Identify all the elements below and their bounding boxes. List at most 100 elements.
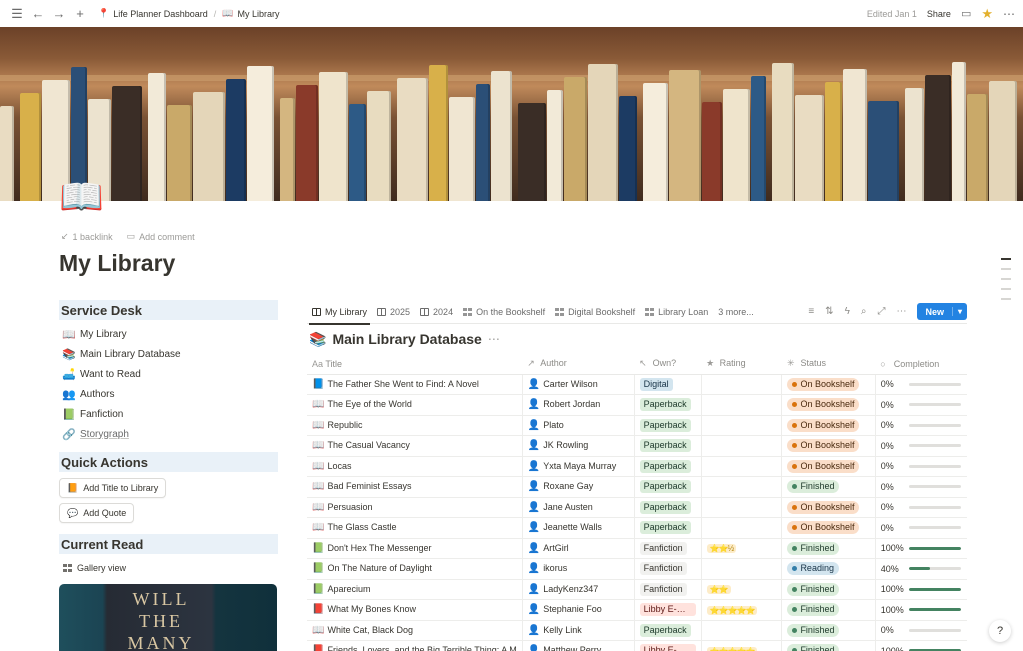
title-cell[interactable]: 📕 Friends, Lovers, and the Big Terrible T… xyxy=(307,640,523,651)
search-icon[interactable]: ⌕ xyxy=(861,306,867,317)
author-cell[interactable]: 👤 ArtGirl xyxy=(522,538,635,559)
breadcrumb-my-library[interactable]: 📖 My Library xyxy=(222,8,279,19)
rating-cell[interactable] xyxy=(701,435,783,457)
own-cell[interactable]: Digital xyxy=(634,374,702,395)
more-options-icon[interactable]: ⋯ xyxy=(1003,7,1015,21)
column-header-title[interactable]: Aa Title xyxy=(307,354,523,375)
author-cell[interactable]: 👤 Stephanie Foo xyxy=(522,599,635,621)
more-options-icon[interactable]: ⋯ xyxy=(896,306,906,317)
page-title[interactable]: My Library xyxy=(59,250,175,277)
database-title[interactable]: Main Library Database xyxy=(332,331,481,347)
author-cell[interactable]: 👤 Kelly Link xyxy=(522,620,635,641)
back-arrow-icon[interactable]: ← xyxy=(29,5,47,23)
table-row[interactable]: 📖 The Casual Vacancy 👤 JK Rowling Paperback O… xyxy=(307,435,967,457)
status-cell[interactable]: Finished xyxy=(781,640,876,651)
own-cell[interactable]: Paperback xyxy=(634,517,702,539)
title-cell[interactable]: 📘 The Father She Went to Find: A Novel xyxy=(307,374,523,395)
own-cell[interactable]: Fanfiction xyxy=(634,538,702,559)
rating-cell[interactable] xyxy=(701,476,783,498)
tab-on-the-bookshelf[interactable]: On the Bookshelf xyxy=(458,300,550,324)
rating-cell[interactable]: ⭐⭐⭐⭐⭐ xyxy=(701,599,783,621)
add-comment-button[interactable]: ▭ Add comment xyxy=(127,231,195,242)
author-cell[interactable]: 👤 Plato xyxy=(522,415,635,436)
title-cell[interactable]: 📖 Republic xyxy=(307,415,523,436)
nav-item-my-library[interactable]: 📖 My Library xyxy=(59,324,278,344)
title-cell[interactable]: 📖 The Casual Vacancy xyxy=(307,435,523,457)
title-cell[interactable]: 📖 Persuasion xyxy=(307,497,523,518)
breadcrumb-life-planner[interactable]: 📍 Life Planner Dashboard xyxy=(98,8,208,19)
rating-cell[interactable]: ⭐⭐½ xyxy=(701,538,783,559)
column-header-rating[interactable]: ★ Rating xyxy=(701,354,782,375)
author-cell[interactable]: 👤 ikorus xyxy=(522,558,635,580)
table-row[interactable]: 📗 On The Nature of Daylight 👤 ikorus Fanfict… xyxy=(307,558,967,580)
filter-icon[interactable]: ≡ xyxy=(808,306,814,317)
favorite-star-icon[interactable]: ★ xyxy=(981,6,993,22)
status-cell[interactable]: On Bookshelf xyxy=(781,497,876,518)
rating-cell[interactable] xyxy=(701,394,783,416)
column-header-status[interactable]: ✳ Status xyxy=(781,354,876,375)
table-row[interactable]: 📖 Locas 👤 Yxta Maya Murray Paperback On Books… xyxy=(307,456,967,477)
status-cell[interactable]: On Bookshelf xyxy=(781,456,876,477)
rating-cell[interactable] xyxy=(701,558,783,580)
title-cell[interactable]: 📖 The Eye of the World xyxy=(307,394,523,416)
author-cell[interactable]: 👤 Yxta Maya Murray xyxy=(522,456,635,477)
status-cell[interactable]: Finished xyxy=(781,476,876,498)
status-cell[interactable]: Finished xyxy=(781,620,876,641)
status-cell[interactable]: On Bookshelf xyxy=(781,415,876,436)
new-button[interactable]: New ▾ xyxy=(917,303,967,320)
own-cell[interactable]: Fanfiction xyxy=(634,558,702,580)
backlink-link[interactable]: ↙ 1 backlink xyxy=(61,231,113,242)
rating-cell[interactable]: ⭐⭐ xyxy=(701,579,783,600)
table-row[interactable]: 📗 Aparecium 👤 LadyKenz347 Fanfiction ⭐⭐ Finish… xyxy=(307,579,967,600)
title-cell[interactable]: 📖 White Cat, Black Dog xyxy=(307,620,523,641)
page-icon[interactable]: 📖 xyxy=(59,178,107,216)
table-row[interactable]: 📖 The Eye of the World 👤 Robert Jordan Paper… xyxy=(307,394,967,416)
own-cell[interactable]: Libby E-Bo... xyxy=(634,640,702,651)
author-cell[interactable]: 👤 Jeanette Walls xyxy=(522,517,635,539)
own-cell[interactable]: Paperback xyxy=(634,456,702,477)
forward-arrow-icon[interactable]: → xyxy=(50,5,68,23)
rating-cell[interactable] xyxy=(701,415,783,436)
sidebar-menu-icon[interactable]: ☰ xyxy=(8,5,26,23)
tab-3-more-[interactable]: 3 more... xyxy=(713,300,759,324)
comments-icon[interactable]: ▭ xyxy=(961,7,971,20)
author-cell[interactable]: 👤 Roxane Gay xyxy=(522,476,635,498)
table-row[interactable]: 📖 Republic 👤 Plato Paperback On Bookshelf 0% xyxy=(307,415,967,436)
column-header-own[interactable]: ↖ Own? xyxy=(634,354,702,375)
rating-cell[interactable]: ⭐⭐⭐⭐⭐ xyxy=(701,640,783,651)
author-cell[interactable]: 👤 Carter Wilson xyxy=(522,374,635,395)
author-cell[interactable]: 👤 Robert Jordan xyxy=(522,394,635,416)
automation-icon[interactable]: ϟ xyxy=(845,306,850,317)
table-row[interactable]: 📕 Friends, Lovers, and the Big Terrible T… xyxy=(307,640,967,651)
rating-cell[interactable] xyxy=(701,620,783,641)
add-page-icon[interactable]: + xyxy=(71,5,89,23)
author-cell[interactable]: 👤 Jane Austen xyxy=(522,497,635,518)
status-cell[interactable]: On Bookshelf xyxy=(781,517,876,539)
page-outline-indicator[interactable] xyxy=(1001,258,1011,308)
tab-my-library[interactable]: My Library xyxy=(307,300,372,325)
column-header-completion[interactable]: ○ Completion xyxy=(875,354,967,375)
title-cell[interactable]: 📖 Locas xyxy=(307,456,523,477)
title-cell[interactable]: 📕 What My Bones Know xyxy=(307,599,523,621)
own-cell[interactable]: Paperback xyxy=(634,497,702,518)
own-cell[interactable]: Paperback xyxy=(634,394,702,416)
add-quote-button[interactable]: 💬 Add Quote xyxy=(59,503,135,523)
gallery-view-tab[interactable]: Gallery view xyxy=(59,558,278,578)
nav-item-authors[interactable]: 👥 Authors xyxy=(59,384,278,404)
author-cell[interactable]: 👤 LadyKenz347 xyxy=(522,579,635,600)
current-read-cover-image[interactable]: WILL THE MANY xyxy=(59,584,277,651)
status-cell[interactable]: Finished xyxy=(781,538,876,559)
nav-item-fanfiction[interactable]: 📗 Fanfiction xyxy=(59,404,278,424)
table-row[interactable]: 📘 The Father She Went to Find: A Novel 👤 Ca… xyxy=(307,374,967,395)
title-cell[interactable]: 📖 Bad Feminist Essays xyxy=(307,476,523,498)
tab-2024[interactable]: 2024 xyxy=(415,300,458,324)
author-cell[interactable]: 👤 Matthew Perry xyxy=(522,640,635,651)
own-cell[interactable]: Paperback xyxy=(634,620,702,641)
chevron-down-icon[interactable]: ▾ xyxy=(951,307,967,316)
own-cell[interactable]: Paperback xyxy=(634,435,702,457)
rating-cell[interactable] xyxy=(701,517,783,539)
tab-library-loan[interactable]: Library Loan xyxy=(640,300,713,324)
nav-item-want-to-read[interactable]: 🛋️ Want to Read xyxy=(59,364,278,384)
table-row[interactable]: 📖 White Cat, Black Dog 👤 Kelly Link Paperbac… xyxy=(307,620,967,641)
table-row[interactable]: 📖 The Glass Castle 👤 Jeanette Walls Paperbac… xyxy=(307,517,967,539)
